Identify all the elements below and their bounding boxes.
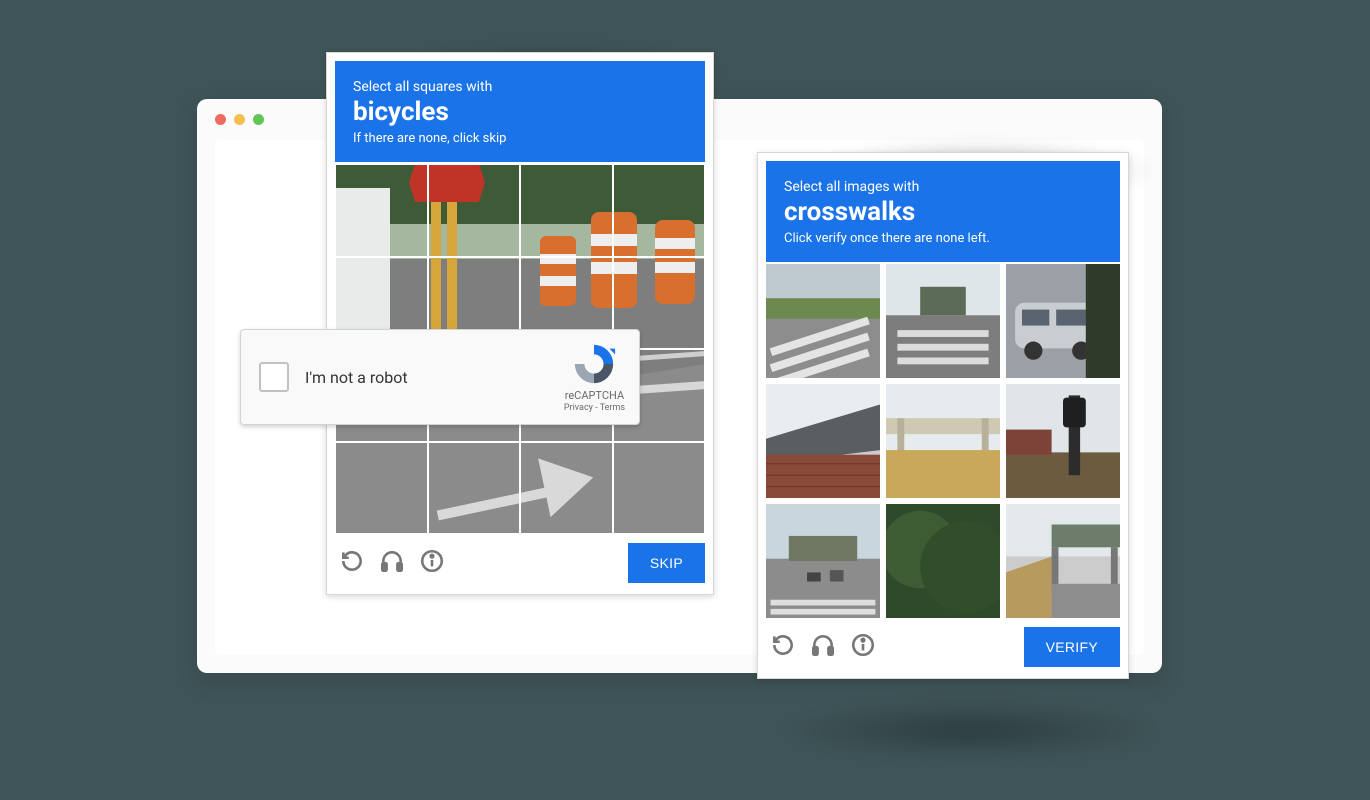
window-minimize-icon[interactable] [234, 114, 245, 125]
captcha-image-grid [766, 264, 1120, 618]
grid-cell[interactable] [335, 442, 428, 535]
headphones-icon[interactable] [810, 632, 836, 662]
grid-cell[interactable] [428, 164, 521, 257]
recaptcha-checkbox[interactable] [259, 362, 289, 392]
captcha-panel-crosswalks: Select all images with crosswalks Click … [757, 152, 1129, 679]
captcha-footer: SKIP [335, 534, 705, 586]
grid-cell[interactable] [613, 164, 706, 257]
captcha-panel-bicycles: Select all squares with bicycles If ther… [326, 52, 714, 595]
grid-cell[interactable] [520, 442, 613, 535]
captcha-tile[interactable] [1006, 264, 1120, 378]
captcha-tile[interactable] [886, 384, 1000, 498]
recaptcha-widget: I'm not a robot reCAPTCHA Privacy - Term… [240, 329, 640, 425]
refresh-icon[interactable] [339, 548, 365, 578]
captcha-tile[interactable] [766, 384, 880, 498]
skip-button[interactable]: SKIP [628, 543, 705, 583]
captcha-tile[interactable] [886, 264, 1000, 378]
captcha-target-word: bicycles [353, 97, 687, 127]
refresh-icon[interactable] [770, 632, 796, 662]
captcha-instruction-line3: If there are none, click skip [353, 131, 687, 146]
grid-cell[interactable] [335, 164, 428, 257]
grid-cell[interactable] [428, 442, 521, 535]
captcha-tile[interactable] [766, 264, 880, 378]
captcha-tile[interactable] [1006, 504, 1120, 618]
recaptcha-label: I'm not a robot [305, 368, 408, 387]
recaptcha-legal-links: Privacy - Terms [564, 403, 625, 413]
info-icon[interactable] [419, 548, 445, 578]
info-icon[interactable] [850, 632, 876, 662]
captcha-tile[interactable] [886, 504, 1000, 618]
captcha-target-word: crosswalks [784, 197, 1102, 227]
recaptcha-logo-icon [571, 341, 617, 387]
privacy-link[interactable]: Privacy [564, 403, 593, 413]
shadow [780, 700, 1160, 760]
captcha-header: Select all images with crosswalks Click … [766, 161, 1120, 262]
terms-link[interactable]: Terms [600, 403, 625, 413]
window-maximize-icon[interactable] [253, 114, 264, 125]
headphones-icon[interactable] [379, 548, 405, 578]
captcha-instruction-line3: Click verify once there are none left. [784, 231, 1102, 246]
recaptcha-brand-text: reCAPTCHA [564, 389, 625, 402]
captcha-tile[interactable] [1006, 384, 1120, 498]
grid-cell[interactable] [520, 164, 613, 257]
captcha-footer: VERIFY [766, 618, 1120, 670]
captcha-instruction-line1: Select all images with [784, 179, 1102, 195]
grid-cell[interactable] [613, 442, 706, 535]
window-close-icon[interactable] [215, 114, 226, 125]
recaptcha-branding: reCAPTCHA Privacy - Terms [564, 341, 625, 413]
verify-button[interactable]: VERIFY [1024, 627, 1120, 667]
captcha-header: Select all squares with bicycles If ther… [335, 61, 705, 162]
captcha-tile[interactable] [766, 504, 880, 618]
captcha-instruction-line1: Select all squares with [353, 79, 687, 95]
